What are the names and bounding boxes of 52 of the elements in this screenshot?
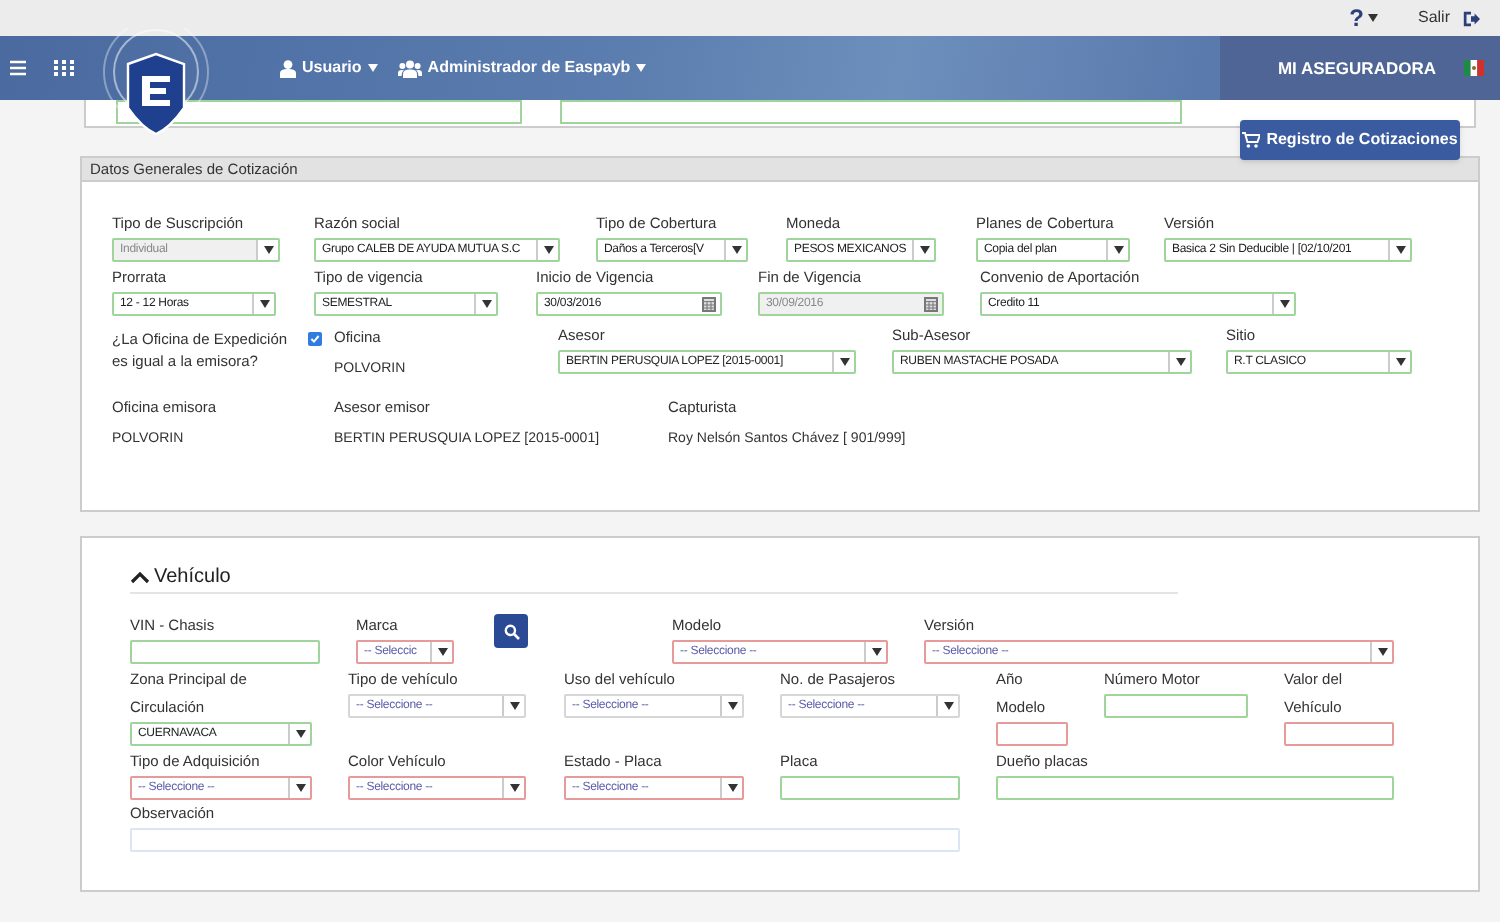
caret-icon [256, 240, 278, 260]
caret-icon [720, 696, 742, 716]
apps-grid-icon[interactable] [54, 60, 74, 76]
caret-icon [720, 778, 742, 798]
menu-icon[interactable] [10, 60, 26, 76]
caret-icon [288, 778, 310, 798]
caret-icon [252, 294, 274, 314]
caret-icon [502, 778, 524, 798]
role-menu[interactable]: Administrador de Easpayb [397, 56, 647, 80]
caret-icon [936, 696, 958, 716]
input-field[interactable] [560, 100, 1182, 124]
chevron-up-icon[interactable] [130, 570, 150, 584]
caret-icon [474, 294, 496, 314]
caret-icon [1388, 352, 1410, 372]
logout-icon [1462, 9, 1480, 27]
checkbox[interactable] [308, 332, 322, 346]
caret-icon [536, 240, 558, 260]
input-field[interactable] [1284, 722, 1394, 746]
caret-icon [1367, 14, 1378, 22]
caret-icon [724, 240, 746, 260]
flag-icon [1464, 60, 1484, 76]
caret-icon [912, 240, 934, 260]
caret-icon [430, 642, 452, 662]
section-title: Vehículo [154, 564, 231, 592]
help-menu[interactable]: ? [1349, 6, 1378, 30]
registry-button[interactable]: Registro de Cotizaciones [1240, 120, 1460, 160]
input-field[interactable] [996, 776, 1394, 800]
caret-icon [502, 696, 524, 716]
caret-icon [636, 64, 647, 72]
company-name: MI ASEGURADORA [1277, 55, 1436, 81]
cart-icon [1242, 132, 1261, 148]
search-button[interactable] [494, 614, 528, 648]
caret-icon [1370, 642, 1392, 662]
search-icon [503, 623, 519, 639]
user-icon [280, 59, 296, 77]
input-field[interactable] [130, 640, 320, 664]
logout-link[interactable]: Salir [1417, 6, 1480, 30]
caret-icon [1106, 240, 1128, 260]
caret-icon [1388, 240, 1410, 260]
caret-icon [288, 724, 310, 744]
caret-icon [832, 352, 854, 372]
calendar-icon [924, 296, 938, 312]
user-menu[interactable]: Usuario [280, 56, 378, 80]
caret-icon [367, 64, 378, 72]
users-icon [397, 59, 422, 77]
input-field[interactable] [1104, 694, 1248, 718]
caret-icon [864, 642, 886, 662]
caret-icon [1168, 352, 1190, 372]
input-field[interactable] [996, 722, 1068, 746]
calendar-icon [702, 296, 716, 312]
caret-icon [1272, 294, 1294, 314]
input-field[interactable] [780, 776, 960, 800]
